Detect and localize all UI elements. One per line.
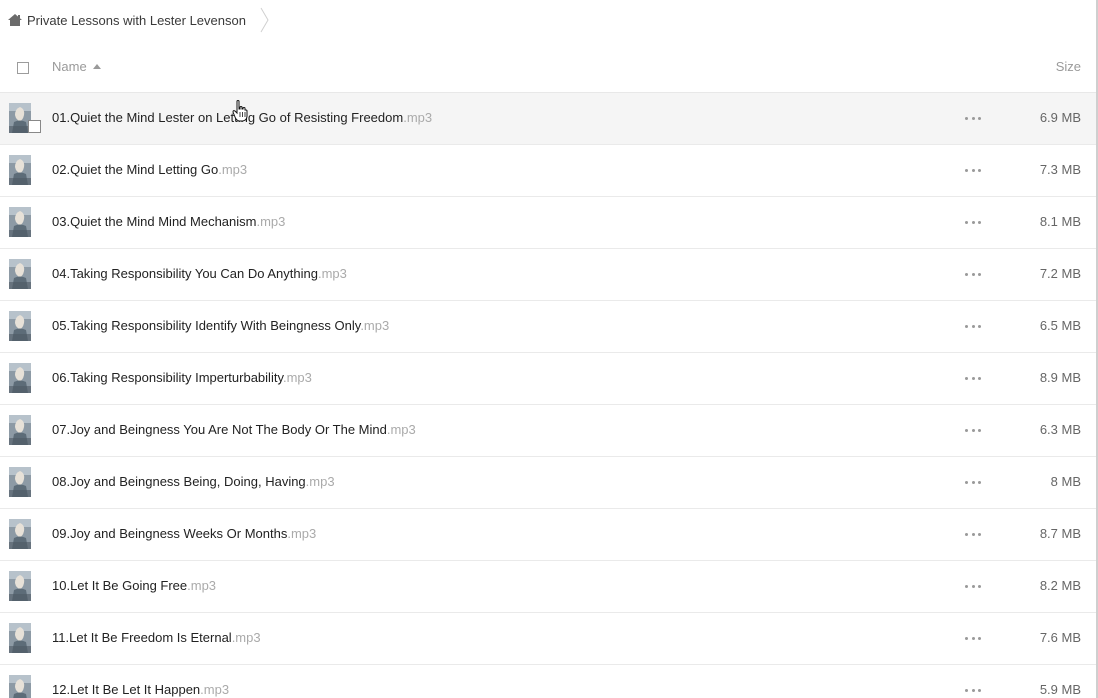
file-name[interactable]: 06.Taking Responsibility Imperturbabilit… [52,370,312,385]
file-list: 01.Quiet the Mind Lester on Letting Go o… [0,93,1096,698]
file-size: 8.7 MB [1039,526,1081,541]
file-size: 5.9 MB [1039,682,1081,697]
column-header-size[interactable]: Size [1056,59,1081,74]
file-base-name: 01.Quiet the Mind Lester on Letting Go o… [52,110,404,125]
audio-file-thumbnail-icon [9,675,31,698]
more-options-icon[interactable] [965,164,981,176]
file-extension: .mp3 [317,266,347,281]
file-size: 7.2 MB [1039,266,1081,281]
file-name[interactable]: 03.Quiet the Mind Mind Mechanism.mp3 [52,214,285,229]
file-row[interactable]: 04.Taking Responsibility You Can Do Anyt… [0,249,1096,301]
file-size: 6.9 MB [1039,110,1081,125]
file-extension: .mp3 [187,578,217,593]
list-header: Name Size [0,44,1096,93]
audio-file-thumbnail-icon [9,155,31,185]
file-row[interactable]: 11.Let It Be Freedom Is Eternal.mp3 7.6 … [0,613,1096,665]
audio-file-thumbnail-icon [9,363,31,393]
file-extension: .mp3 [231,630,261,645]
file-name[interactable]: 02.Quiet the Mind Letting Go.mp3 [52,162,247,177]
file-name[interactable]: 12.Let It Be Let It Happen.mp3 [52,682,229,697]
more-options-icon[interactable] [965,112,981,124]
file-row[interactable]: 07.Joy and Beingness You Are Not The Bod… [0,405,1096,457]
file-extension: .mp3 [360,318,390,333]
file-row[interactable]: 06.Taking Responsibility Imperturbabilit… [0,353,1096,405]
file-name[interactable]: 04.Taking Responsibility You Can Do Anyt… [52,266,347,281]
file-size: 7.6 MB [1039,630,1081,645]
file-base-name: 07.Joy and Beingness You Are Not The Bod… [52,422,387,437]
sort-ascending-icon [92,64,101,69]
home-icon[interactable] [7,13,23,27]
file-name[interactable]: 10.Let It Be Going Free.mp3 [52,578,216,593]
audio-file-thumbnail-icon [9,311,31,341]
file-row[interactable]: 05.Taking Responsibility Identify With B… [0,301,1096,353]
more-options-icon[interactable] [965,372,981,384]
file-size: 6.5 MB [1039,318,1081,333]
file-row[interactable]: 09.Joy and Beingness Weeks Or Months.mp3… [0,509,1096,561]
breadcrumb: Private Lessons with Lester Levenson [0,0,270,40]
more-options-icon[interactable] [965,580,981,592]
more-options-icon[interactable] [965,476,981,488]
more-options-icon[interactable] [965,684,981,696]
more-options-icon[interactable] [965,216,981,228]
more-options-icon[interactable] [965,320,981,332]
more-options-icon[interactable] [965,528,981,540]
file-name[interactable]: 08.Joy and Beingness Being, Doing, Havin… [52,474,335,489]
file-name[interactable]: 05.Taking Responsibility Identify With B… [52,318,389,333]
file-name[interactable]: 01.Quiet the Mind Lester on Letting Go o… [52,110,432,125]
column-header-name-label: Name [52,59,87,74]
file-size: 6.3 MB [1039,422,1081,437]
file-size: 8.9 MB [1039,370,1081,385]
file-base-name: 04.Taking Responsibility You Can Do Anyt… [52,266,318,281]
file-name[interactable]: 07.Joy and Beingness You Are Not The Bod… [52,422,416,437]
file-row[interactable]: 03.Quiet the Mind Mind Mechanism.mp3 8.1… [0,197,1096,249]
file-base-name: 06.Taking Responsibility Imperturbabilit… [52,370,283,385]
more-options-icon[interactable] [965,632,981,644]
file-base-name: 11.Let It Be Freedom Is Eternal [52,630,232,645]
column-header-name[interactable]: Name [52,59,101,74]
file-extension: .mp3 [282,370,312,385]
file-row[interactable]: 08.Joy and Beingness Being, Doing, Havin… [0,457,1096,509]
file-name[interactable]: 09.Joy and Beingness Weeks Or Months.mp3 [52,526,316,541]
file-size: 7.3 MB [1039,162,1081,177]
file-extension: .mp3 [287,526,317,541]
audio-file-thumbnail-icon [9,207,31,237]
breadcrumb-folder-label[interactable]: Private Lessons with Lester Levenson [27,13,246,28]
more-options-icon[interactable] [965,424,981,436]
file-base-name: 12.Let It Be Let It Happen [52,682,201,697]
file-extension: .mp3 [403,110,433,125]
file-extension: .mp3 [386,422,416,437]
breadcrumb-separator-icon [260,7,270,33]
audio-file-thumbnail-icon [9,623,31,653]
file-size: 8 MB [1050,474,1081,489]
file-base-name: 02.Quiet the Mind Letting Go [52,162,219,177]
file-extension: .mp3 [305,474,335,489]
audio-file-thumbnail-icon [9,415,31,445]
file-row[interactable]: 12.Let It Be Let It Happen.mp3 5.9 MB [0,665,1096,698]
audio-file-thumbnail-icon [9,259,31,289]
audio-file-thumbnail-icon [9,571,31,601]
file-base-name: 03.Quiet the Mind Mind Mechanism [52,214,257,229]
file-row[interactable]: 02.Quiet the Mind Letting Go.mp3 7.3 MB [0,145,1096,197]
audio-file-thumbnail-icon [9,467,31,497]
file-browser: Private Lessons with Lester Levenson Nam… [0,0,1098,698]
more-options-icon[interactable] [965,268,981,280]
file-size: 8.1 MB [1039,214,1081,229]
audio-file-thumbnail-icon [9,519,31,549]
file-extension: .mp3 [256,214,286,229]
file-row[interactable]: 01.Quiet the Mind Lester on Letting Go o… [0,93,1096,145]
file-size: 8.2 MB [1039,578,1081,593]
file-base-name: 08.Joy and Beingness Being, Doing, Havin… [52,474,306,489]
file-name[interactable]: 11.Let It Be Freedom Is Eternal.mp3 [52,630,261,645]
file-base-name: 10.Let It Be Going Free [52,578,188,593]
file-extension: .mp3 [218,162,248,177]
file-row[interactable]: 10.Let It Be Going Free.mp3 8.2 MB [0,561,1096,613]
file-base-name: 09.Joy and Beingness Weeks Or Months [52,526,288,541]
file-extension: .mp3 [200,682,230,697]
file-base-name: 05.Taking Responsibility Identify With B… [52,318,361,333]
row-select-checkbox[interactable] [28,120,41,133]
select-all-checkbox[interactable] [17,62,29,74]
